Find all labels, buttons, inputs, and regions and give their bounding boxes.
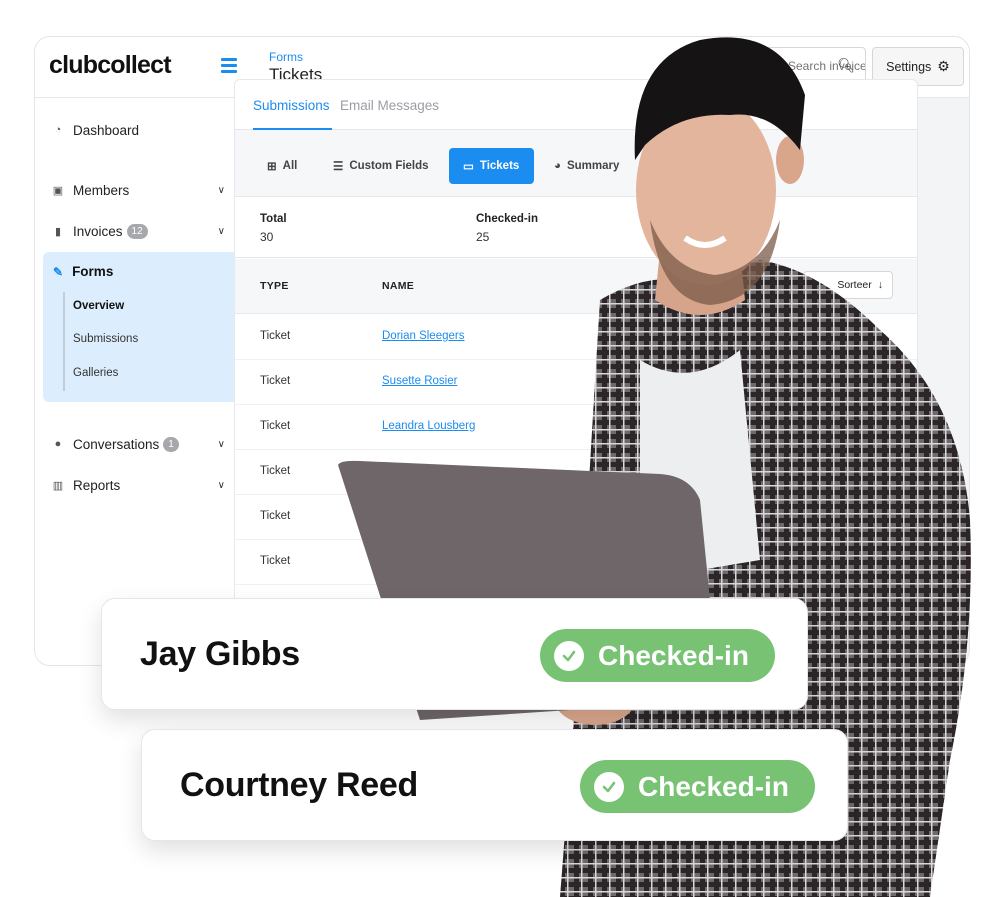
table-row: Ticket Dorian Sleegers (235, 315, 917, 360)
stats-panel: Total 30 Checked-in 25 (235, 198, 917, 258)
attendee-name: Courtney Reed (180, 766, 418, 804)
conversations-count-badge: 1 (163, 436, 179, 452)
filter-label: Custom Fields (349, 160, 429, 172)
sidebar-subitem-submissions[interactable]: Submissions (73, 333, 138, 345)
pencil-icon: ✎ (53, 264, 64, 279)
stat-checked-in-value: 25 (476, 230, 490, 244)
sidebar-item-invoices[interactable]: ▮ Invoices 12 ∨ (51, 219, 231, 243)
stat-checked-in-label: Checked-in (476, 213, 538, 225)
stat-total-label: Total (260, 213, 287, 225)
attendee-name: Jay Gibbs (140, 635, 300, 673)
cell-name-link[interactable]: Leandra Lousberg (382, 420, 475, 432)
grid-icon: ⊞ (267, 161, 277, 173)
sidebar-subitem-galleries[interactable]: Galleries (73, 367, 118, 379)
chevron-down-icon[interactable]: ∨ (218, 480, 225, 491)
invoice-icon: ▮ (54, 225, 62, 238)
checked-in-label: Checked-in (638, 770, 789, 802)
submenu-divider (63, 292, 65, 391)
cell-name-link[interactable]: Susette Rosier (382, 375, 457, 387)
tab-bar: Submissions Email Messages (235, 80, 917, 130)
checked-in-badge: Checked-in (580, 760, 815, 813)
table-row: Ticket Susette Rosier (235, 360, 917, 405)
sidebar-item-label: Members (73, 182, 130, 198)
sidebar-item-label: Invoices (73, 223, 123, 239)
sort-button[interactable]: Sorteer ↓ (803, 271, 893, 299)
cell-type: Ticket (260, 330, 291, 342)
logo[interactable]: clubcollect (49, 51, 172, 80)
table-row: Ticket (235, 540, 917, 585)
pie-chart-icon: ◕ (554, 160, 561, 172)
gear-icon: ⚙ (937, 58, 950, 74)
checked-in-badge: Checked-in (540, 629, 775, 682)
filter-summary-button[interactable]: ◕ Summary (540, 148, 633, 184)
sidebar-item-dashboard[interactable]: ◔ Dashboard (51, 118, 231, 142)
settings-label: Settings (886, 59, 932, 74)
dashboard-icon: ◔ (54, 124, 62, 136)
table-row: Ticket (235, 450, 917, 495)
hamburger-menu-icon[interactable] (221, 58, 237, 73)
sidebar-item-label: Reports (73, 477, 121, 493)
checkin-card: Courtney Reed Checked-in (141, 729, 848, 841)
chevron-down-icon[interactable]: ∨ (218, 185, 225, 196)
chevron-down-icon[interactable]: ∨ (218, 439, 225, 450)
arrow-down-icon: ↓ (877, 279, 883, 291)
ticket-icon: ▭ (463, 161, 474, 173)
sidebar-subitem-overview[interactable]: Overview (73, 300, 124, 312)
members-icon: ▣ (52, 184, 64, 197)
cell-type: Ticket (260, 375, 291, 387)
checkin-card: Jay Gibbs Checked-in (101, 598, 808, 710)
cell-type: Ticket (260, 555, 291, 567)
tab-submissions[interactable]: Submissions (253, 98, 330, 113)
search-icon[interactable]: 🔍︎ (837, 57, 855, 74)
forms-title[interactable]: ✎ Forms (53, 264, 113, 279)
checked-in-label: Checked-in (598, 639, 749, 671)
sidebar-item-forms: ✎ Forms Overview Submissions Galleries (43, 252, 238, 402)
check-circle-icon (594, 771, 624, 802)
filter-label: Summary (566, 160, 620, 172)
cell-name-link[interactable]: Dorian Sleegers (382, 330, 464, 342)
sidebar-item-reports[interactable]: ▥ Reports ∨ (51, 473, 231, 497)
table-header: TYPE NAME Sorteer ↓ (235, 259, 917, 314)
table-row: Ticket Leandra Lousberg (235, 405, 917, 450)
sidebar-item-label: Dashboard (73, 122, 140, 138)
stat-total-value: 30 (260, 230, 274, 244)
chevron-down-icon[interactable]: ∨ (218, 226, 225, 237)
table-row: Ticket (235, 495, 917, 540)
filter-tickets-button[interactable]: ▭ Tickets (449, 148, 534, 184)
book-icon: ▥ (52, 479, 64, 492)
invoices-count-badge: 12 (126, 223, 148, 239)
sidebar-item-label: Conversations (73, 436, 160, 452)
cell-type: Ticket (260, 465, 291, 477)
sort-label: Sorteer (837, 279, 872, 291)
breadcrumb[interactable]: Forms (269, 50, 303, 64)
tab-email-messages[interactable]: Email Messages (340, 98, 439, 113)
column-type[interactable]: TYPE (260, 280, 289, 292)
chat-icon: ● (54, 438, 62, 450)
filter-bar: ⊞ All ☰ Custom Fields ▭ Tickets ◕ Summar… (235, 130, 917, 197)
sidebar-item-conversations[interactable]: ● Conversations 1 ∨ (51, 432, 231, 456)
sidebar: ◔ Dashboard ▣ Members ∨ ▮ Invoices 12 ∨ … (35, 98, 251, 665)
cell-type: Ticket (260, 510, 291, 522)
filter-label: Tickets (479, 160, 520, 172)
sidebar-item-label: Forms (72, 264, 114, 279)
cell-type: Ticket (260, 420, 291, 432)
filter-label: All (282, 160, 298, 172)
sidebar-item-members[interactable]: ▣ Members ∨ (51, 178, 231, 202)
filter-custom-fields-button[interactable]: ☰ Custom Fields (319, 148, 443, 184)
list-icon: ☰ (333, 161, 344, 173)
check-circle-icon (554, 640, 584, 671)
submissions-card: Submissions Email Messages ⊞ All ☰ Custo… (234, 79, 918, 639)
column-name[interactable]: NAME (382, 280, 414, 292)
filter-all-button[interactable]: ⊞ All (253, 148, 311, 184)
